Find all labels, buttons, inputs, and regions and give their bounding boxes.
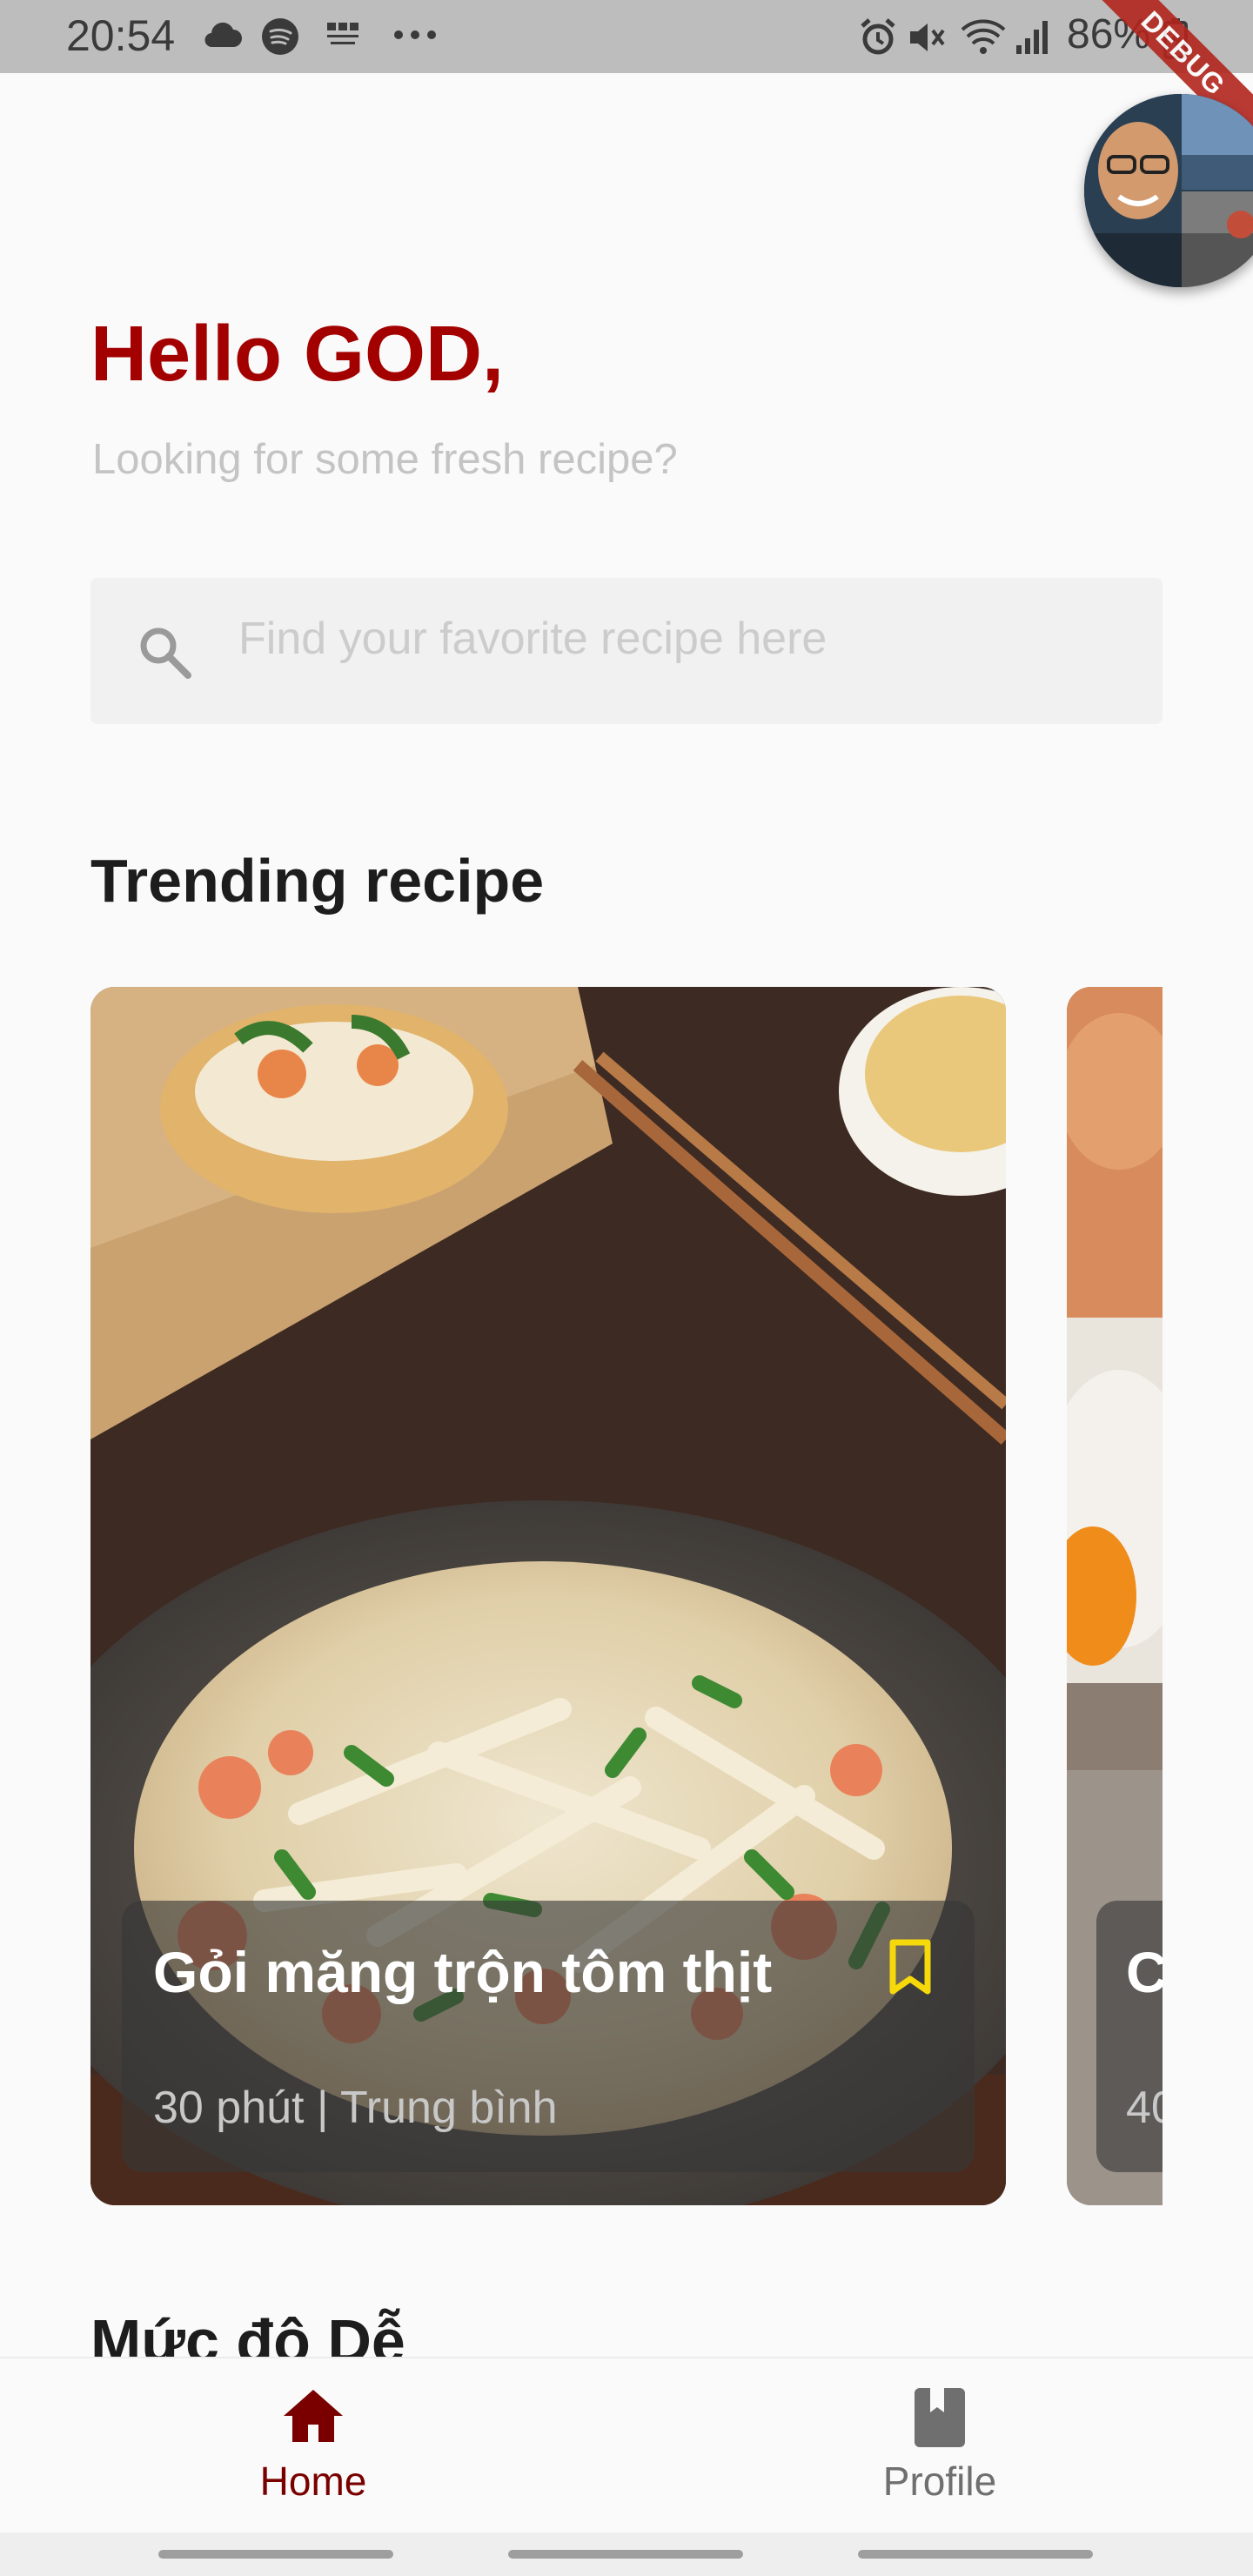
spotify-icon [261,17,299,60]
trending-section-title: Trending recipe [90,847,545,915]
recipe-title: C [1126,1940,1163,2004]
nav-item-profile[interactable]: Profile [626,2358,1253,2534]
search-box[interactable] [90,578,1163,724]
book-icon [913,2386,967,2453]
recipe-meta: 30 phút | Trung bình [153,2083,558,2133]
search-icon [134,621,195,687]
recipe-card[interactable]: Gỏi măng trộn tôm thịt 30 phút | Trung b… [90,987,1006,2205]
nav-label-profile: Profile [882,2459,997,2504]
recipe-meta: 40 [1126,2083,1163,2133]
search-input[interactable] [238,613,1109,665]
status-time: 20:54 [66,11,176,60]
bookmark-icon[interactable] [886,1937,935,2001]
back-gesture[interactable] [858,2550,1093,2559]
avatar[interactable] [1084,94,1253,287]
nav-label-home: Home [259,2459,367,2504]
recipe-title: Gỏi măng trộn tôm thịt [153,1940,773,2004]
greeting-subtitle: Looking for some fresh recipe? [92,436,678,483]
greeting-title: Hello GOD, [90,311,505,398]
signal-icon [1015,17,1053,60]
more-notifications-icon [392,26,439,48]
home-gesture[interactable] [508,2550,743,2559]
recipe-info-panel: Gỏi măng trộn tôm thịt 30 phút | Trung b… [122,1901,975,2172]
recipe-card[interactable]: C 40 [1067,987,1163,2205]
wifi-icon [959,17,1008,62]
system-gesture-bar [0,2532,1253,2576]
nav-item-home[interactable]: Home [0,2358,626,2534]
recent-apps-gesture[interactable] [158,2550,393,2559]
bbc-learning-english-icon [324,21,362,57]
recipe-info-panel: C 40 [1096,1901,1163,2172]
bottom-navigation: Home Profile [0,2357,1253,2532]
cloud-icon [202,17,242,57]
mute-icon [907,17,947,62]
status-bar: 20:54 86% [0,0,1253,73]
alarm-icon [858,17,898,62]
home-icon [280,2386,346,2450]
